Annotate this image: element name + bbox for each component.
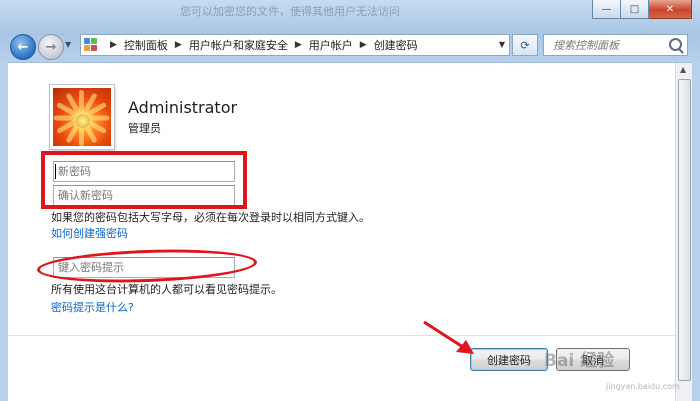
- what-is-hint-link[interactable]: 密码提示是什么?: [51, 299, 134, 315]
- refresh-button[interactable]: ⟳: [512, 34, 538, 56]
- user-name: Administrator: [128, 98, 238, 117]
- watermark-subtext: jingyan.baidu.com: [606, 382, 680, 391]
- annotation-arrow-icon: [423, 320, 474, 354]
- breadcrumb-user-accounts-family[interactable]: 用户帐户和家庭安全: [189, 37, 288, 53]
- recent-pages-dropdown[interactable]: ▼: [65, 40, 71, 49]
- back-button[interactable]: ←: [10, 34, 36, 60]
- breadcrumb-create-password[interactable]: 创建密码: [374, 37, 418, 53]
- watermark: Bai 经验: [544, 346, 614, 371]
- breadcrumb-control-panel[interactable]: 控制面板: [124, 37, 168, 53]
- arrow-right-icon: →: [45, 39, 57, 55]
- forward-button[interactable]: →: [38, 34, 64, 60]
- user-role: 管理员: [128, 122, 161, 135]
- search-input[interactable]: 搜索控制面板: [543, 34, 688, 56]
- search-placeholder: 搜索控制面板: [553, 39, 619, 52]
- window-title: 您可以加密您的文件，使得其他用户无法访问: [180, 5, 400, 17]
- breadcrumb-user-accounts[interactable]: 用户帐户: [309, 37, 353, 53]
- chevron-down-icon[interactable]: ▼: [499, 40, 505, 49]
- chevron-right-icon[interactable]: ▶: [295, 40, 302, 50]
- search-icon[interactable]: [669, 38, 682, 51]
- arrow-left-icon: ←: [17, 39, 29, 55]
- case-sensitivity-note: 如果您的密码包括大写字母，必须在每次登录时以相同方式键入。: [51, 211, 370, 224]
- scroll-thumb[interactable]: [678, 79, 691, 381]
- strong-password-link[interactable]: 如何创建强密码: [51, 225, 128, 241]
- window-controls: — □ ✕: [592, 0, 692, 20]
- hint-visibility-note: 所有使用这台计算机的人都可以看见密码提示。: [51, 283, 282, 296]
- watermark-text: Bai 经验: [544, 351, 615, 371]
- scroll-up-arrow-icon[interactable]: ▲: [680, 65, 686, 74]
- annotation-rectangle: [41, 151, 247, 209]
- refresh-icon: ⟳: [520, 38, 530, 52]
- address-bar[interactable]: ▶ 控制面板 ▶ 用户帐户和家庭安全 ▶ 用户帐户 ▶ 创建密码 ▼: [80, 34, 510, 56]
- chevron-right-icon[interactable]: ▶: [175, 40, 182, 50]
- minimize-button[interactable]: —: [592, 0, 621, 19]
- chevron-right-icon[interactable]: ▶: [110, 40, 117, 50]
- control-panel-icon: [84, 38, 100, 52]
- divider: [8, 335, 675, 336]
- chevron-right-icon[interactable]: ▶: [360, 40, 367, 50]
- close-button[interactable]: ✕: [649, 0, 692, 19]
- maximize-button[interactable]: □: [621, 0, 649, 19]
- vertical-scrollbar[interactable]: ▲: [675, 63, 692, 401]
- user-avatar: [50, 85, 114, 149]
- create-password-button[interactable]: 创建密码: [470, 348, 548, 371]
